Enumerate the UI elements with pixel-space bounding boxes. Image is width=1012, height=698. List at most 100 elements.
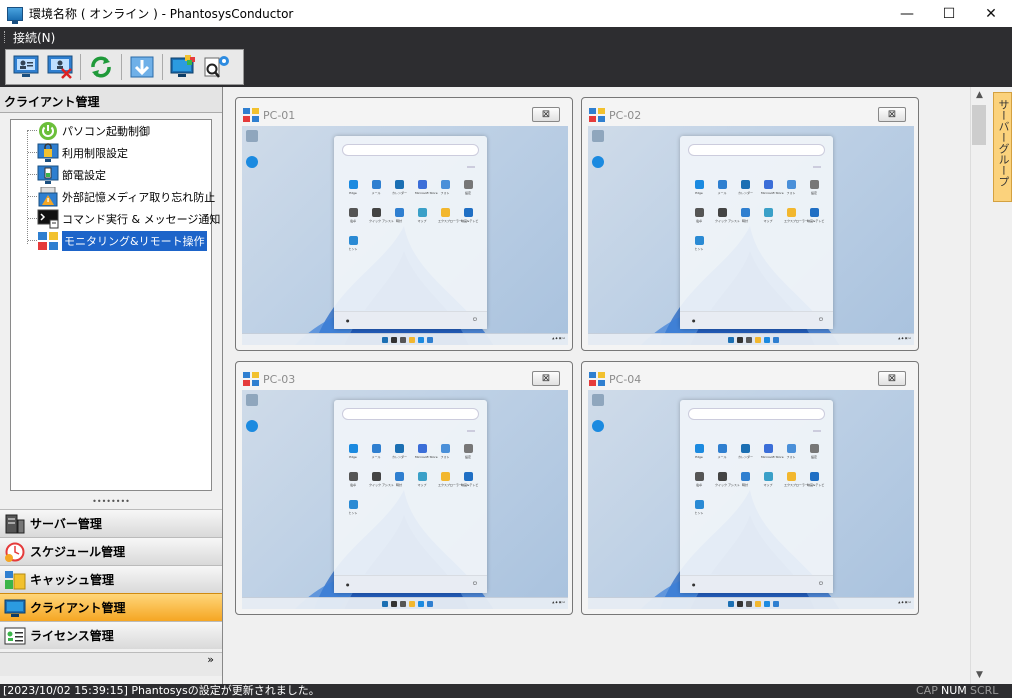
pc-name: PC-02 <box>609 109 642 122</box>
menu-connect[interactable]: 接続(N) <box>13 29 55 46</box>
pc-tile-header: PC-01 ⊠ <box>236 98 572 124</box>
folder-icon <box>409 601 415 607</box>
start-app-tile: ヒント <box>346 500 360 522</box>
start-footer: ● ⏻ <box>334 575 487 593</box>
pc-monitor-tile[interactable]: PC-02 ⊠ Edge メール カレンダー Microsoft Store フォト 設定… <box>581 97 919 351</box>
pc-name: PC-03 <box>263 373 296 386</box>
start-app-tile: Microsoft Store <box>761 444 784 466</box>
store-icon <box>773 337 779 343</box>
start-app-tile: 時計 <box>738 208 752 230</box>
nav-server-management[interactable]: サーバー管理 <box>0 509 222 537</box>
lock-icon <box>37 143 59 162</box>
tree-item-command-message[interactable]: コマンド実行 & メッセージ通知 <box>37 208 220 230</box>
tree-item-label: コマンド実行 & メッセージ通知 <box>62 213 221 226</box>
start-menu: Edge メール カレンダー Microsoft Store フォト 設定 電卓 クイック ア… <box>334 136 487 329</box>
tree-item-monitoring-remote[interactable]: モニタリング&リモート操作 <box>37 230 207 252</box>
start-app-tile: メール <box>715 444 729 466</box>
nav-client-management[interactable]: クライアント管理 <box>0 593 222 621</box>
refresh-icon[interactable] <box>85 52 117 82</box>
maximize-button[interactable]: ☐ <box>926 0 972 27</box>
start-app-tile: エクスプローラー <box>438 208 462 230</box>
start-app-tile: フォト <box>438 444 452 466</box>
nav-cache-management[interactable]: キャッシュ管理 <box>0 565 222 593</box>
status-num: NUM <box>941 684 967 697</box>
start-icon <box>382 337 388 343</box>
pc-monitor-tile[interactable]: PC-01 ⊠ Edge メール カレンダー Microsoft Store フォト 設定… <box>235 97 573 351</box>
start-search-box <box>688 408 825 420</box>
minimize-button[interactable]: — <box>884 0 930 27</box>
pc-close-button[interactable]: ⊠ <box>878 371 906 386</box>
start-footer: ● ⏻ <box>680 311 833 329</box>
monitoring-icon <box>243 108 259 122</box>
status-scrl: SCRL <box>970 684 999 697</box>
search-icon <box>391 601 397 607</box>
nav-overflow-button[interactable]: » <box>0 652 222 676</box>
start-app-tile: 映画&テレビ <box>807 208 824 230</box>
close-button[interactable]: ✕ <box>968 0 1012 27</box>
menu-grip <box>4 31 7 43</box>
usb-warning-icon <box>38 187 58 207</box>
remote-screen[interactable]: Edge メール カレンダー Microsoft Store フォト 設定 電卓 クイック ア… <box>588 390 914 609</box>
menu-bar: 接続(N) <box>0 27 1012 47</box>
taskview-icon <box>400 337 406 343</box>
pc-monitor-tile[interactable]: PC-04 ⊠ Edge メール カレンダー Microsoft Store フォト 設定… <box>581 361 919 615</box>
tree-item-power-control[interactable]: パソコン起動制御 <box>37 120 150 142</box>
cache-icon <box>5 570 26 589</box>
remote-taskbar: ▲ ◆ ▣ ⊡ <box>588 597 914 609</box>
pc-name: PC-01 <box>263 109 296 122</box>
left-panel: クライアント管理 パソコン起動制御 利用制限設定 節電設定 外部記憶メディア取り… <box>0 87 223 684</box>
edge-icon <box>592 156 604 168</box>
remote-screen[interactable]: Edge メール カレンダー Microsoft Store フォト 設定 電卓 クイック ア… <box>242 126 568 345</box>
command-icon <box>37 209 59 229</box>
all-apps-button <box>813 166 821 168</box>
edge-icon <box>764 337 770 343</box>
remote-screen[interactable]: Edge メール カレンダー Microsoft Store フォト 設定 電卓 クイック ア… <box>588 126 914 345</box>
search-settings-icon[interactable] <box>201 52 233 82</box>
client-icon <box>4 599 26 617</box>
edge-icon <box>418 601 424 607</box>
user-icon: ● <box>692 582 696 587</box>
tree-item-label: 節電設定 <box>62 169 106 182</box>
store-icon <box>427 601 433 607</box>
start-app-tile: 映画&テレビ <box>461 472 478 494</box>
start-app-tile: カレンダー <box>392 180 407 202</box>
pc-close-button[interactable]: ⊠ <box>532 107 560 122</box>
panel-splitter[interactable]: •••••••• <box>0 498 222 507</box>
start-app-tile: 電卓 <box>692 472 706 494</box>
start-app-tile: エクスプローラー <box>784 208 808 230</box>
recycle-bin-icon <box>246 130 258 142</box>
start-app-tile: 時計 <box>392 472 406 494</box>
monitor-icon[interactable] <box>167 52 199 82</box>
client-delete-icon[interactable] <box>44 52 76 82</box>
start-app-tile: フォト <box>784 180 798 202</box>
pc-close-button[interactable]: ⊠ <box>878 107 906 122</box>
tree-item-media-reminder[interactable]: 外部記憶メディア取り忘れ防止 <box>37 186 215 208</box>
power-icon: ⏻ <box>819 317 823 323</box>
nav-label: キャッシュ管理 <box>30 573 115 587</box>
pc-tile-header: PC-02 ⊠ <box>582 98 918 124</box>
vertical-scrollbar[interactable]: ▲ ▼ <box>970 87 987 684</box>
pc-close-button[interactable]: ⊠ <box>532 371 560 386</box>
search-icon <box>737 601 743 607</box>
remote-screen[interactable]: Edge メール カレンダー Microsoft Store フォト 設定 電卓 クイック ア… <box>242 390 568 609</box>
taskview-icon <box>400 601 406 607</box>
start-menu: Edge メール カレンダー Microsoft Store フォト 設定 電卓 クイック ア… <box>680 400 833 593</box>
edge-icon <box>764 601 770 607</box>
server-group-tab[interactable]: サーバーグループ <box>993 92 1012 202</box>
scroll-thumb[interactable] <box>972 105 986 145</box>
monitoring-area: PC-01 ⊠ Edge メール カレンダー Microsoft Store フォト 設定… <box>224 87 995 684</box>
client-list-icon[interactable] <box>10 52 42 82</box>
tree-item-usage-limit[interactable]: 利用制限設定 <box>37 142 128 164</box>
start-app-tile: カレンダー <box>392 444 407 466</box>
all-apps-button <box>467 166 475 168</box>
scroll-up-icon[interactable]: ▲ <box>971 87 988 103</box>
scroll-down-icon[interactable]: ▼ <box>971 667 988 683</box>
download-icon[interactable] <box>126 52 158 82</box>
system-tray: ▲ ◆ ▣ ⊡ <box>898 600 911 604</box>
start-app-tile: 時計 <box>392 208 406 230</box>
nav-schedule-management[interactable]: スケジュール管理 <box>0 537 222 565</box>
title-bar: 環境名称 ( オンライン ) - PhantosysConductor — ☐ … <box>0 0 1012 27</box>
pc-monitor-tile[interactable]: PC-03 ⊠ Edge メール カレンダー Microsoft Store フォト 設定… <box>235 361 573 615</box>
nav-license-management[interactable]: ライセンス管理 <box>0 621 222 649</box>
tree-item-power-saving[interactable]: 節電設定 <box>37 164 106 186</box>
